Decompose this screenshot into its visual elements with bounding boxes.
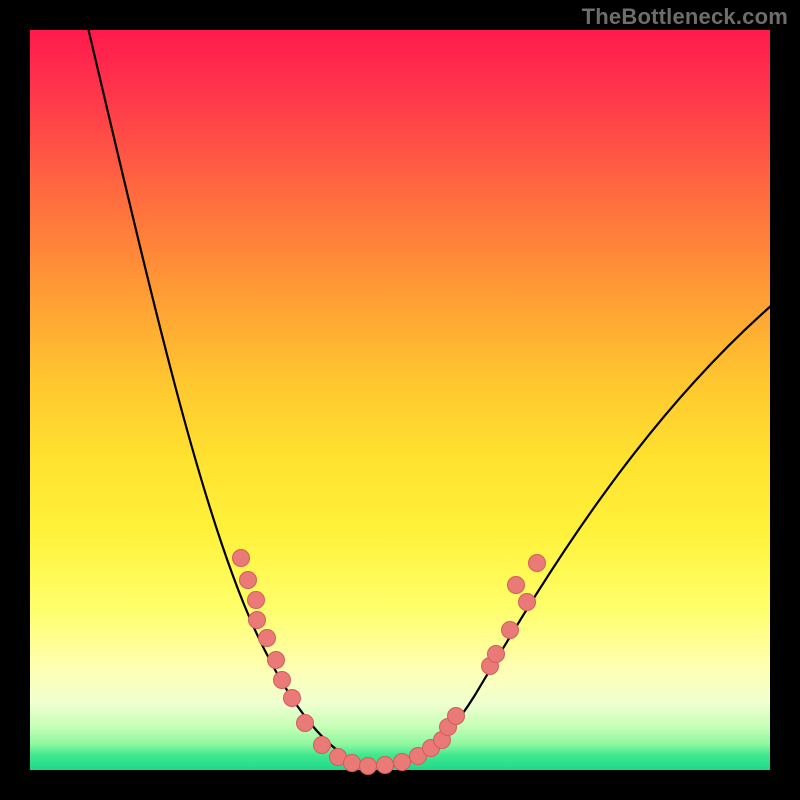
data-point <box>259 630 276 647</box>
data-point <box>274 672 291 689</box>
data-point <box>502 622 519 639</box>
data-point <box>248 592 265 609</box>
data-point <box>233 550 250 567</box>
curve-layer <box>30 30 770 770</box>
data-point <box>508 577 525 594</box>
data-point <box>249 612 266 629</box>
data-point <box>240 572 257 589</box>
data-point <box>394 754 411 771</box>
data-point <box>488 646 505 663</box>
chart-frame: TheBottleneck.com <box>0 0 800 800</box>
data-point <box>448 708 465 725</box>
data-point <box>519 594 536 611</box>
data-point <box>529 555 546 572</box>
data-point <box>360 758 377 775</box>
data-point <box>377 757 394 774</box>
attribution-text: TheBottleneck.com <box>582 4 788 30</box>
data-point <box>284 690 301 707</box>
bottleneck-curve <box>85 15 772 767</box>
data-point <box>344 755 361 772</box>
data-point <box>314 737 331 754</box>
data-point <box>268 652 285 669</box>
data-points <box>233 550 546 775</box>
data-point <box>297 715 314 732</box>
